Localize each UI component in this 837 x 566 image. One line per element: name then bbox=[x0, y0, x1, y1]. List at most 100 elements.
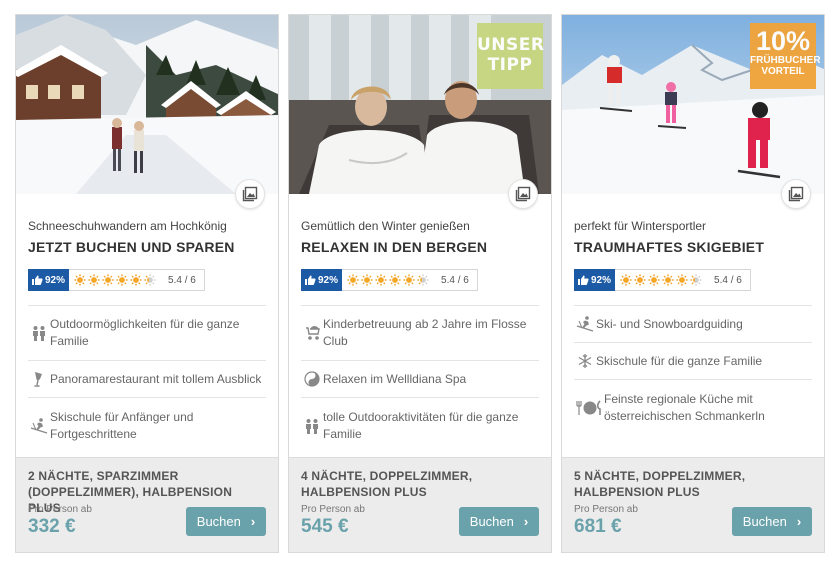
feature-text: Feinste regionale Küche mit österreichis… bbox=[604, 391, 765, 423]
gallery-button[interactable] bbox=[781, 179, 811, 209]
sun-icon bbox=[102, 274, 114, 286]
sun-icon bbox=[634, 274, 646, 286]
book-button[interactable]: Buchen › bbox=[459, 507, 539, 536]
skier-icon bbox=[574, 316, 596, 332]
snowflake-icon bbox=[574, 353, 596, 369]
thumbs-up-icon bbox=[578, 275, 589, 285]
feature-text: Outdoormöglichkeiten für die ganze Famil… bbox=[50, 317, 240, 348]
feature-text: Relaxen im Wellldiana Spa bbox=[323, 371, 467, 386]
offer-card[interactable]: Schneeschuhwandern am Hochkönig JETZT BU… bbox=[15, 14, 279, 553]
card-footer: 5 NÄCHTE, DOPPELZIMMER, HALBPENSION PLUS… bbox=[562, 457, 824, 552]
rating: 92% 5.4 / 6 bbox=[28, 269, 266, 291]
tip-badge: UNSER TIPP bbox=[477, 23, 545, 89]
yin-yang-icon bbox=[301, 371, 323, 387]
gallery-icon bbox=[242, 186, 258, 202]
hotel-photo-skiing[interactable]: 10% FRÜHBUCHER VORTEIL bbox=[562, 15, 824, 194]
sun-icon bbox=[676, 274, 688, 286]
thumbs-up-icon bbox=[32, 275, 43, 285]
sun-rating bbox=[615, 274, 710, 286]
cutlery-icon bbox=[574, 399, 604, 416]
rating-score: 5.4 / 6 bbox=[441, 274, 469, 286]
wine-glass-icon bbox=[28, 371, 50, 387]
rating-score: 5.4 / 6 bbox=[714, 274, 742, 286]
feature-item: Ski- und Snowboardguiding bbox=[574, 306, 812, 343]
feature-list: Ski- und Snowboardguiding Skischule für … bbox=[574, 305, 812, 435]
offer-description: 5 NÄCHTE, DOPPELZIMMER, HALBPENSION PLUS bbox=[574, 469, 746, 499]
family-icon bbox=[28, 325, 50, 341]
sun-icon bbox=[417, 274, 429, 286]
feature-text: Panoramarestaurant mit tollem Ausblick bbox=[50, 371, 262, 386]
feature-list: Outdoormöglichkeiten für die ganze Famil… bbox=[28, 305, 266, 453]
offer-description: 2 NÄCHTE, SPARZIMMER (DOPPELZIMMER), HAL… bbox=[28, 469, 233, 515]
hotel-photo-spa[interactable]: UNSER TIPP bbox=[289, 15, 551, 194]
book-button[interactable]: Buchen › bbox=[732, 507, 812, 536]
card-subtitle: Schneeschuhwandern am Hochkönig bbox=[28, 219, 227, 233]
feature-text: Skischule für Anfänger und Fortgeschritt… bbox=[50, 409, 194, 441]
card-title: JETZT BUCHEN UND SPAREN bbox=[28, 239, 235, 255]
card-footer: 2 NÄCHTE, SPARZIMMER (DOPPELZIMMER), HAL… bbox=[16, 457, 278, 552]
sun-icon bbox=[375, 274, 387, 286]
skier-icon bbox=[28, 417, 50, 434]
stroller-icon bbox=[301, 325, 323, 341]
recommendation-percent: 92% bbox=[318, 274, 339, 286]
book-button-label: Buchen bbox=[196, 514, 241, 529]
book-button-label: Buchen bbox=[742, 514, 787, 529]
gallery-button[interactable] bbox=[508, 179, 538, 209]
sun-icon bbox=[130, 274, 142, 286]
feature-text: Kinderbetreuung ab 2 Jahre im Flosse Clu… bbox=[323, 317, 527, 348]
card-footer: 4 NÄCHTE, DOPPELZIMMER, HALBPENSION PLUS… bbox=[289, 457, 551, 552]
sun-icon bbox=[403, 274, 415, 286]
recommendation-badge: 92% bbox=[28, 269, 70, 291]
rating: 92% 5.4 / 6 bbox=[301, 269, 539, 291]
early-booker-percent: 10% bbox=[755, 26, 811, 56]
recommendation-percent: 92% bbox=[45, 274, 66, 286]
offer-card[interactable]: UNSER TIPP Gemütlich den Winter genießen… bbox=[288, 14, 552, 553]
feature-text: Ski- und Snowboardguiding bbox=[596, 316, 743, 331]
early-booker-line1: FRÜHBUCHER bbox=[750, 55, 821, 66]
thumbs-up-icon bbox=[305, 275, 316, 285]
family-icon bbox=[301, 418, 323, 434]
book-button-label: Buchen bbox=[469, 514, 514, 529]
sun-icon bbox=[74, 274, 86, 286]
recommendation-badge: 92% bbox=[574, 269, 616, 291]
rating: 92% 5.4 / 6 bbox=[574, 269, 812, 291]
feature-text: Skischule für die ganze Familie bbox=[596, 353, 763, 368]
chevron-right-icon: › bbox=[796, 514, 802, 529]
sun-icon bbox=[648, 274, 660, 286]
feature-item: Kinderbetreuung ab 2 Jahre im Flosse Clu… bbox=[301, 306, 539, 361]
sun-rating bbox=[69, 274, 164, 286]
recommendation-badge: 92% bbox=[301, 269, 343, 291]
chevron-right-icon: › bbox=[250, 514, 256, 529]
hotel-photo-snowshoe[interactable] bbox=[16, 15, 278, 194]
tip-badge-line1: UNSER bbox=[477, 35, 545, 55]
sun-icon bbox=[347, 274, 359, 286]
gallery-icon bbox=[788, 186, 804, 202]
card-title: RELAXEN IN DEN BERGEN bbox=[301, 239, 488, 255]
sun-icon bbox=[144, 274, 156, 286]
feature-item: Outdoormöglichkeiten für die ganze Famil… bbox=[28, 306, 266, 361]
early-booker-line2: VORTEIL bbox=[761, 66, 805, 77]
sun-icon bbox=[690, 274, 702, 286]
feature-list: Kinderbetreuung ab 2 Jahre im Flosse Clu… bbox=[301, 305, 539, 453]
sun-icon bbox=[88, 274, 100, 286]
sun-icon bbox=[361, 274, 373, 286]
feature-item: Skischule für Anfänger und Fortgeschritt… bbox=[28, 398, 266, 453]
feature-item: Feinste regionale Küche mit österreichis… bbox=[574, 380, 812, 435]
gallery-button[interactable] bbox=[235, 179, 265, 209]
card-subtitle: perfekt für Wintersportler bbox=[574, 219, 707, 233]
recommendation-percent: 92% bbox=[591, 274, 612, 286]
sun-icon bbox=[116, 274, 128, 286]
sun-icon bbox=[662, 274, 674, 286]
early-booker-badge: 10% FRÜHBUCHER VORTEIL bbox=[750, 23, 821, 89]
sun-icon bbox=[389, 274, 401, 286]
book-button[interactable]: Buchen › bbox=[186, 507, 266, 536]
feature-item: Relaxen im Wellldiana Spa bbox=[301, 361, 539, 398]
sun-rating bbox=[342, 274, 437, 286]
rating-score: 5.4 / 6 bbox=[168, 274, 196, 286]
feature-item: Skischule für die ganze Familie bbox=[574, 343, 812, 380]
offer-card[interactable]: 10% FRÜHBUCHER VORTEIL perfekt für Winte… bbox=[561, 14, 825, 553]
tip-badge-line2: TIPP bbox=[487, 55, 533, 75]
feature-item: tolle Outdooraktivitäten für die ganze F… bbox=[301, 398, 539, 453]
gallery-icon bbox=[515, 186, 531, 202]
card-title: TRAUMHAFTES SKIGEBIET bbox=[574, 239, 765, 255]
